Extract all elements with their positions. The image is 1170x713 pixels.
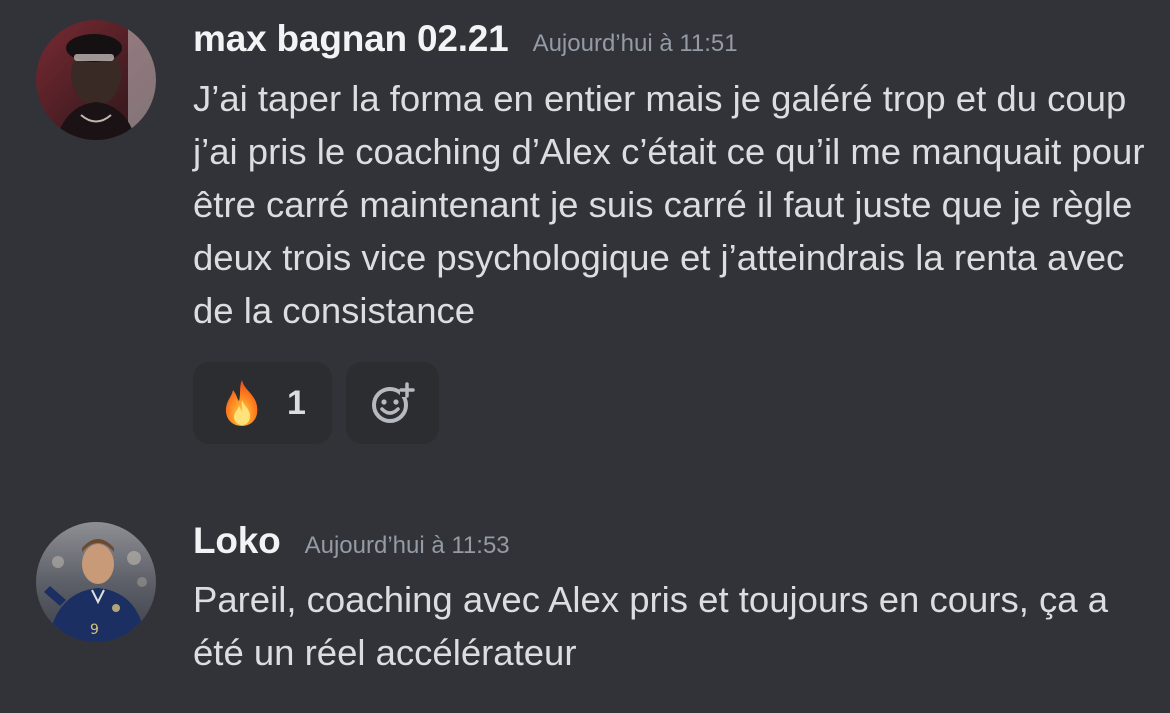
message-content: J’ai taper la forma en entier mais je ga… — [193, 78, 1145, 331]
message-content: Pareil, coaching avec Alex pris et toujo… — [193, 579, 1109, 673]
avatar-image: 9 — [36, 522, 156, 642]
message-header: Loko Aujourd’hui à 11:53 — [193, 520, 510, 562]
reaction-count: 1 — [287, 383, 306, 422]
message-loko: 9 Loko Aujourd’hui à 11:53 Pareil, coach… — [0, 500, 1170, 713]
add-reaction-button[interactable] — [346, 362, 439, 444]
message-header: max bagnan 02.21 Aujourd’hui à 11:51 — [193, 18, 738, 60]
timestamp: Aujourd’hui à 11:53 — [304, 532, 510, 559]
svg-text:9: 9 — [90, 622, 99, 638]
username[interactable]: Loko — [193, 520, 281, 562]
avatar[interactable] — [36, 20, 156, 140]
username[interactable]: max bagnan 02.21 — [193, 18, 509, 60]
reaction-fire[interactable]: 1 — [193, 362, 332, 444]
message-max-bagnan: max bagnan 02.21 Aujourd’hui à 11:51 J’a… — [0, 0, 1170, 460]
avatar-image — [36, 20, 156, 140]
reactions-bar: 1 — [193, 362, 439, 444]
add-reaction-icon — [370, 380, 416, 426]
timestamp: Aujourd’hui à 11:51 — [532, 30, 738, 57]
avatar[interactable]: 9 — [36, 522, 156, 642]
fire-emoji-icon — [219, 378, 265, 428]
